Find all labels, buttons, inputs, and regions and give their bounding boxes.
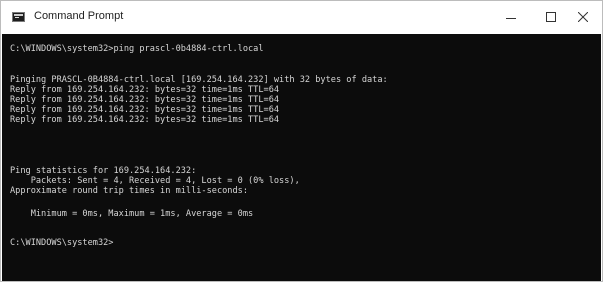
maximize-icon	[546, 12, 556, 22]
console-line-stats-header: Ping statistics for 169.254.164.232:	[10, 166, 197, 176]
console-line-command: C:\WINDOWS\system32>ping prascl-0b4884-c…	[10, 44, 264, 54]
console-app-icon	[12, 12, 25, 22]
console-line-reply: Reply from 169.254.164.232: bytes=32 tim…	[10, 105, 280, 115]
console-line-pinging: Pinging PRASCL-0B4884-ctrl.local [169.25…	[10, 75, 388, 85]
title-bar[interactable]: Command Prompt	[1, 1, 602, 34]
console-line-reply: Reply from 169.254.164.232: bytes=32 tim…	[10, 115, 280, 125]
console-line-rtt-values: Minimum = 0ms, Maximum = 1ms, Average = …	[10, 209, 254, 219]
console-line-packets: Packets: Sent = 4, Received = 4, Lost = …	[10, 176, 300, 186]
window-title: Command Prompt	[34, 10, 124, 22]
minimize-button[interactable]	[489, 1, 533, 34]
console-scrollbar[interactable]	[593, 34, 601, 281]
console-line-reply: Reply from 169.254.164.232: bytes=32 tim…	[10, 95, 280, 105]
minimize-icon	[506, 18, 516, 19]
console-line-rtt-header: Approximate round trip times in milli-se…	[10, 186, 248, 196]
close-button[interactable]	[561, 1, 605, 34]
console-output-area[interactable]: C:\WINDOWS\system32>ping prascl-0b4884-c…	[2, 34, 601, 281]
console-line-reply: Reply from 169.254.164.232: bytes=32 tim…	[10, 85, 280, 95]
console-line-prompt: C:\WINDOWS\system32>	[10, 238, 114, 248]
close-icon	[578, 12, 588, 22]
command-prompt-window: Command Prompt C:\WINDOWS\system32>ping …	[0, 0, 603, 282]
